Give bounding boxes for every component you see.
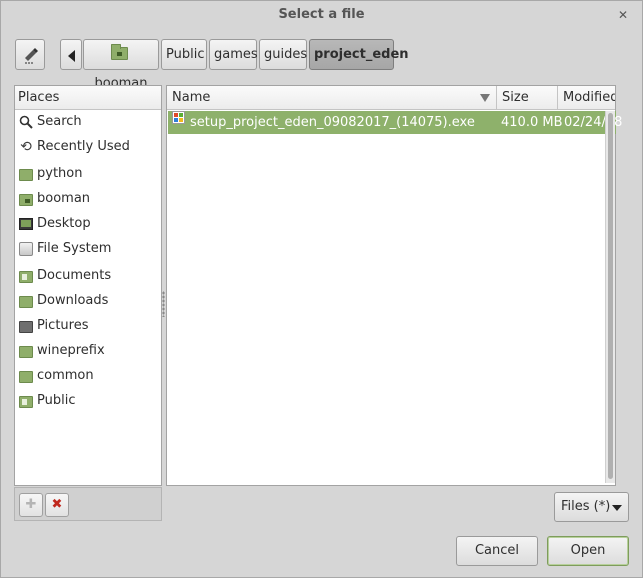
search-icon [19, 115, 33, 129]
column-header-label: Name [172, 90, 211, 105]
scrollbar-thumb[interactable] [608, 113, 613, 479]
places-toolbar: ✚ ✖ [14, 487, 162, 521]
home-folder-icon [110, 44, 128, 60]
file-list: Name Size Modified setup_project_eden_09… [166, 85, 622, 486]
sidebar-item-search[interactable]: Search [16, 110, 160, 134]
recent-icon: ⟲ [20, 139, 32, 155]
drive-icon [19, 242, 33, 256]
pencil-icon [25, 48, 38, 64]
crumb-guides[interactable]: guides [259, 39, 307, 70]
path-back-button[interactable] [60, 39, 82, 70]
sidebar-item-label: Search [37, 114, 82, 129]
file-name: setup_project_eden_09082017_(14075).exe [190, 115, 475, 130]
sidebar-item-booman[interactable]: booman [16, 187, 160, 211]
file-row[interactable]: setup_project_eden_09082017_(14075).exe … [168, 111, 622, 134]
sidebar-item-common[interactable]: common [16, 364, 160, 388]
sidebar-item-wineprefix[interactable]: wineprefix [16, 339, 160, 363]
chevron-down-icon [612, 505, 622, 511]
crumb-label: project_eden [314, 47, 409, 62]
crumb-project-eden[interactable]: project_eden [309, 39, 409, 70]
sidebar-item-downloads[interactable]: Downloads [16, 289, 160, 313]
crumb-games[interactable]: games [209, 39, 258, 70]
sidebar-item-file-system[interactable]: File System [16, 237, 160, 261]
sidebar-item-desktop[interactable]: Desktop [16, 212, 160, 236]
sidebar-item-label: Desktop [37, 216, 91, 231]
left-arrow-icon [67, 50, 75, 62]
windows-exe-icon [172, 111, 185, 124]
column-header-label: Modified [563, 90, 615, 105]
folder-icon [19, 371, 33, 383]
downloads-folder-icon [19, 296, 33, 308]
sidebar-item-python[interactable]: python [16, 162, 160, 186]
sidebar-item-recently-used[interactable]: ⟲ Recently Used [16, 135, 160, 159]
sort-descending-icon [480, 94, 490, 102]
pictures-folder-icon [19, 321, 33, 333]
sidebar-item-label: Documents [37, 268, 112, 283]
sidebar-item-label: File System [37, 241, 112, 256]
column-header-name[interactable]: Name [167, 86, 497, 110]
places-header: Places [15, 86, 161, 110]
sidebar-item-documents[interactable]: Documents [16, 264, 160, 288]
add-bookmark-button[interactable]: ✚ [19, 493, 43, 517]
sidebar-item-pictures[interactable]: Pictures [16, 314, 160, 338]
open-button[interactable]: Open [547, 536, 629, 566]
column-header-modified[interactable]: Modified [558, 86, 615, 110]
sidebar-item-label: Downloads [37, 293, 109, 308]
pane-resize-handle[interactable] [162, 291, 165, 317]
column-header-label: Size [502, 90, 529, 105]
file-size: 410.0 MB [501, 115, 563, 130]
column-header-size[interactable]: Size [497, 86, 558, 110]
crumb-label: guides [264, 47, 308, 62]
sidebar-item-label: common [37, 368, 94, 383]
crumb-label: Public [166, 47, 205, 62]
file-filter-value: Files (*) [561, 499, 611, 514]
documents-folder-icon [19, 271, 33, 283]
sidebar-item-public[interactable]: Public [16, 389, 160, 413]
sidebar-item-label: booman [37, 191, 91, 206]
sidebar-item-label: wineprefix [37, 343, 105, 358]
plus-icon: ✚ [25, 497, 37, 512]
dialog-title: Select a file [278, 7, 365, 22]
remove-icon: ✖ [51, 497, 63, 512]
sidebar-item-label: Recently Used [37, 139, 130, 154]
sidebar-item-label: Pictures [37, 318, 89, 333]
crumb-booman[interactable]: booman [83, 39, 159, 91]
file-filter-select[interactable]: Files (*) [554, 492, 629, 522]
home-folder-icon [19, 194, 33, 206]
edit-location-button[interactable] [15, 39, 45, 70]
crumb-label: games [214, 47, 258, 62]
file-chooser-dialog: Select a file ✕ booman Public games guid… [0, 0, 643, 578]
crumb-public[interactable]: Public [161, 39, 207, 70]
remove-bookmark-button[interactable]: ✖ [45, 493, 69, 517]
public-folder-icon [19, 396, 33, 408]
desktop-icon [19, 218, 33, 230]
close-icon[interactable]: ✕ [616, 8, 630, 22]
vertical-scrollbar[interactable] [605, 111, 615, 483]
folder-icon [19, 169, 33, 181]
places-sidebar: Places Search ⟲ Recently Used python boo… [14, 85, 162, 486]
folder-icon [19, 346, 33, 358]
cancel-button[interactable]: Cancel [456, 536, 538, 566]
sidebar-item-label: Public [37, 393, 76, 408]
sidebar-item-label: python [37, 166, 83, 181]
